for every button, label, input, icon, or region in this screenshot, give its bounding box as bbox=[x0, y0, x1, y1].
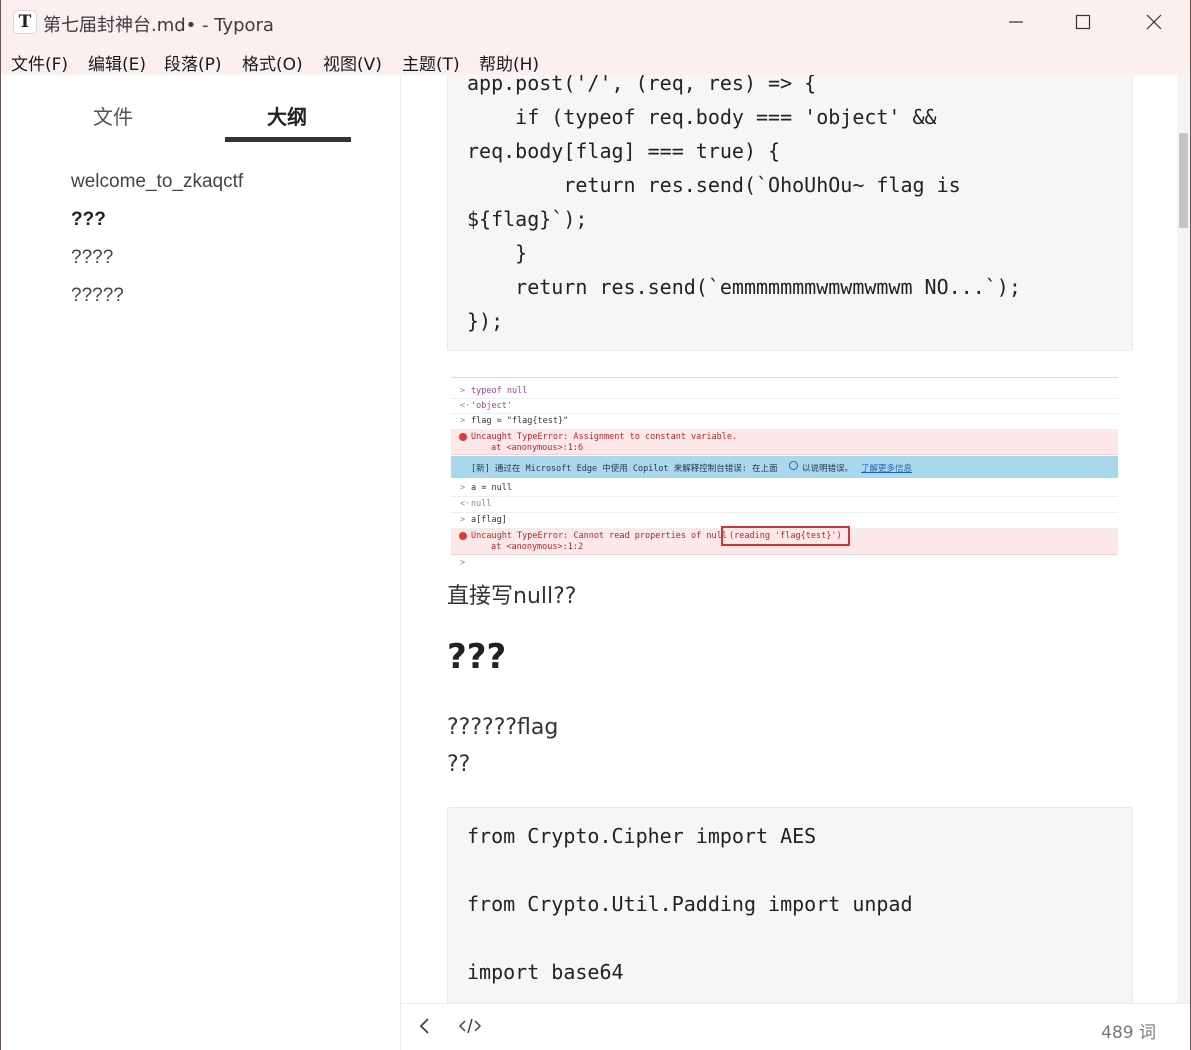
typora-window: T 第七届封神台.md• - Typora 文件(F) 编辑(E) 段落(P) … bbox=[1, 0, 1190, 1050]
code-block-python[interactable]: from Crypto.Cipher import AES from Crypt… bbox=[447, 807, 1133, 1003]
code-line: if (typeof req.body === 'object' && bbox=[467, 105, 937, 129]
console-line: a = null bbox=[471, 483, 512, 493]
minimize-button[interactable] bbox=[993, 0, 1039, 45]
window-title: 第七届封神台.md• - Typora bbox=[43, 15, 274, 36]
error-icon bbox=[459, 433, 467, 441]
console-error-trace: at <anonymous>:1:2 bbox=[491, 542, 584, 552]
outline-item-heading-2[interactable]: ???? bbox=[71, 247, 113, 269]
console-line: flag = "flag{test}" bbox=[471, 416, 569, 426]
sidebar: 文件 大纲 welcome_to_zkaqctf ??? ???? ????? bbox=[1, 75, 401, 1050]
copilot-hint: [新] 通过在 Microsoft Edge 中使用 Copilot 来解释控制… bbox=[471, 464, 778, 474]
code-icon bbox=[458, 1018, 482, 1034]
console-line: null bbox=[471, 499, 492, 509]
copilot-hint-tail: 以说明错误。 bbox=[802, 464, 854, 474]
toggle-sidebar-button[interactable] bbox=[417, 1016, 433, 1041]
paragraph: ??????flag bbox=[447, 715, 559, 740]
console-error: Uncaught TypeError: Assignment to consta… bbox=[471, 432, 738, 442]
outline-item-welcome[interactable]: welcome_to_zkaqctf bbox=[71, 171, 243, 193]
menu-paragraph[interactable]: 段落(P) bbox=[164, 50, 222, 75]
source-code-mode-button[interactable] bbox=[458, 1016, 482, 1041]
heading-2: ??? bbox=[447, 637, 507, 677]
code-line: ${flag}`); bbox=[467, 207, 588, 231]
maximize-button[interactable] bbox=[1060, 0, 1106, 45]
code-line: return res.send(`OhoUhOu~ flag is bbox=[467, 173, 961, 197]
editor-pane[interactable]: app.post('/', (req, res) => { if (typeof… bbox=[401, 75, 1177, 1003]
highlight-box: (reading 'flag{test}') bbox=[721, 526, 850, 546]
menu-bar: 文件(F) 编辑(E) 段落(P) 格式(O) 视图(V) 主题(T) 帮助(H… bbox=[1, 45, 1190, 75]
code-line: from Crypto.Util.Padding import unpad bbox=[467, 892, 913, 916]
outline-item-heading-1[interactable]: ??? bbox=[71, 209, 106, 231]
code-line: req.body[flag] === true) { bbox=[467, 139, 781, 163]
console-error: Uncaught TypeError: Cannot read properti… bbox=[471, 531, 727, 541]
code-line: return res.send(`emmmmmmmwmwmwmwm NO...`… bbox=[467, 275, 1021, 299]
typora-app-icon: T bbox=[13, 10, 37, 34]
menu-edit[interactable]: 编辑(E) bbox=[88, 50, 146, 75]
code-line: app.post('/', (req, res) => { bbox=[467, 75, 817, 95]
console-error-trace: at <anonymous>:1:6 bbox=[491, 443, 584, 453]
close-icon bbox=[1146, 14, 1162, 30]
menu-help[interactable]: 帮助(H) bbox=[479, 50, 539, 75]
outline-item-heading-3[interactable]: ????? bbox=[71, 285, 124, 307]
menu-theme[interactable]: 主题(T) bbox=[402, 50, 460, 75]
paragraph: 直接写null?? bbox=[447, 584, 577, 609]
word-count[interactable]: 489 词 bbox=[1101, 1018, 1156, 1043]
console-screenshot-image: > typeof null <· 'object' > flag = "flag… bbox=[451, 377, 1118, 573]
console-line: typeof null bbox=[471, 386, 528, 396]
code-line: from Crypto.Cipher import AES bbox=[467, 824, 817, 848]
tab-files[interactable]: 文件 bbox=[93, 101, 133, 130]
active-tab-indicator bbox=[225, 137, 351, 142]
copilot-icon bbox=[789, 461, 798, 470]
status-bar: 489 词 bbox=[401, 1003, 1190, 1050]
scrollbar-thumb[interactable] bbox=[1179, 133, 1188, 228]
menu-view[interactable]: 视图(V) bbox=[323, 50, 382, 75]
code-line: }); bbox=[467, 309, 504, 333]
code-line: } bbox=[467, 241, 528, 265]
error-icon bbox=[459, 532, 467, 540]
console-line: a[flag] bbox=[471, 515, 507, 525]
code-line: import base64 bbox=[467, 960, 624, 984]
editor-scrollbar[interactable] bbox=[1177, 75, 1190, 1003]
maximize-icon bbox=[1075, 14, 1091, 30]
code-block-js[interactable]: app.post('/', (req, res) => { if (typeof… bbox=[447, 75, 1133, 351]
close-button[interactable] bbox=[1131, 0, 1177, 45]
chevron-left-icon bbox=[419, 1018, 429, 1034]
learn-more-link: 了解更多信息 bbox=[861, 464, 913, 474]
paragraph: ?? bbox=[447, 752, 471, 777]
minimize-icon bbox=[1009, 21, 1023, 23]
menu-file[interactable]: 文件(F) bbox=[11, 50, 68, 75]
tab-outline[interactable]: 大纲 bbox=[267, 101, 307, 130]
title-bar: T 第七届封神台.md• - Typora bbox=[1, 0, 1190, 45]
menu-format[interactable]: 格式(O) bbox=[242, 50, 303, 75]
console-line: 'object' bbox=[471, 401, 512, 411]
